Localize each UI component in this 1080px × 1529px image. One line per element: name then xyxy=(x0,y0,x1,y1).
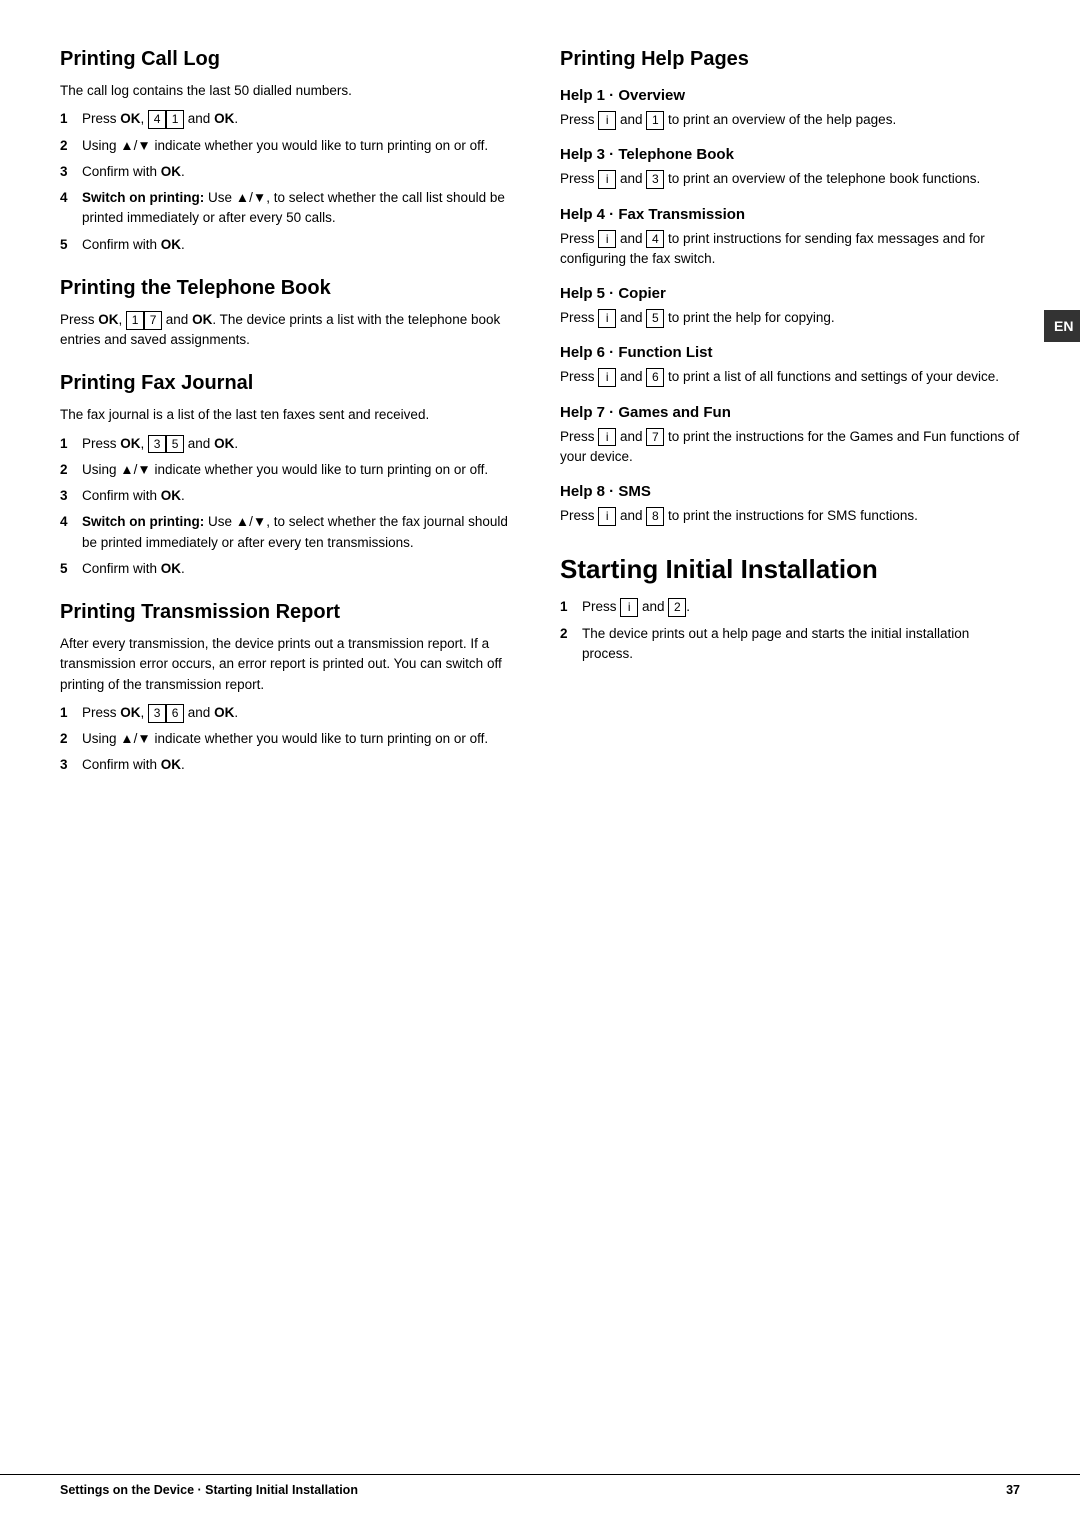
step-content: Confirm with OK. xyxy=(82,235,520,255)
subsection-title-help7: Help 7 · Games and Fun xyxy=(560,404,1020,421)
step-content: Switch on printing: Use ▲/▼, to select w… xyxy=(82,188,520,229)
step-content: Press OK, 35 and OK. xyxy=(82,434,520,454)
step-content: Switch on printing: Use ▲/▼, to select w… xyxy=(82,512,520,553)
transmission-report-intro: After every transmission, the device pri… xyxy=(60,634,520,695)
step-item: 3 Confirm with OK. xyxy=(60,755,520,775)
step-content: Press i and 2. xyxy=(582,597,1020,617)
step-number: 3 xyxy=(60,486,74,506)
help8-text: Press i and 8 to print the instructions … xyxy=(560,506,1020,526)
step-item: 1 Press i and 2. xyxy=(560,597,1020,617)
step-number: 2 xyxy=(60,729,74,749)
step-number: 2 xyxy=(60,460,74,480)
step-item: 2 Using ▲/▼ indicate whether you would l… xyxy=(60,729,520,749)
subsection-title-help5: Help 5 · Copier xyxy=(560,285,1020,302)
section-title-fax-journal: Printing Fax Journal xyxy=(60,372,520,395)
footer: Settings on the Device · Starting Initia… xyxy=(0,1474,1080,1497)
step-number: 2 xyxy=(560,624,574,665)
step-number: 1 xyxy=(560,597,574,617)
step-content: Using ▲/▼ indicate whether you would lik… xyxy=(82,460,520,480)
step-content: The device prints out a help page and st… xyxy=(582,624,1020,665)
section-title-transmission-report: Printing Transmission Report xyxy=(60,601,520,624)
help3-text: Press i and 3 to print an overview of th… xyxy=(560,169,1020,189)
footer-page-number: 37 xyxy=(1006,1483,1020,1497)
step-number: 4 xyxy=(60,512,74,553)
step-item: 5 Confirm with OK. xyxy=(60,559,520,579)
step-number: 5 xyxy=(60,559,74,579)
subsection-title-help1: Help 1 · Overview xyxy=(560,87,1020,104)
help1-text: Press i and 1 to print an overview of th… xyxy=(560,110,1020,130)
subsection-title-help4: Help 4 · Fax Transmission xyxy=(560,206,1020,223)
subsection-title-help3: Help 3 · Telephone Book xyxy=(560,146,1020,163)
footer-left-text: Settings on the Device · Starting Initia… xyxy=(60,1483,358,1497)
help4-text: Press i and 4 to print instructions for … xyxy=(560,229,1020,270)
fax-journal-intro: The fax journal is a list of the last te… xyxy=(60,405,520,425)
transmission-report-steps: 1 Press OK, 36 and OK. 2 Using ▲/▼ indic… xyxy=(60,703,520,776)
step-number: 4 xyxy=(60,188,74,229)
step-content: Confirm with OK. xyxy=(82,559,520,579)
help6-text: Press i and 6 to print a list of all fun… xyxy=(560,367,1020,387)
section-title-initial-installation: Starting Initial Installation xyxy=(560,554,1020,585)
step-item: 2 Using ▲/▼ indicate whether you would l… xyxy=(60,460,520,480)
left-column: Printing Call Log The call log contains … xyxy=(60,48,520,782)
step-item: 1 Press OK, 36 and OK. xyxy=(60,703,520,723)
section-title-call-log: Printing Call Log xyxy=(60,48,520,71)
subsection-title-help6: Help 6 · Function List xyxy=(560,344,1020,361)
step-content: Press OK, 41 and OK. xyxy=(82,109,520,129)
call-log-steps: 1 Press OK, 41 and OK. 2 Using ▲/▼ indic… xyxy=(60,109,520,255)
step-number: 1 xyxy=(60,434,74,454)
fax-journal-steps: 1 Press OK, 35 and OK. 2 Using ▲/▼ indic… xyxy=(60,434,520,580)
step-number: 1 xyxy=(60,703,74,723)
step-number: 3 xyxy=(60,162,74,182)
section-title-help-pages: Printing Help Pages xyxy=(560,48,1020,71)
step-item: 3 Confirm with OK. xyxy=(60,162,520,182)
call-log-intro: The call log contains the last 50 dialle… xyxy=(60,81,520,101)
help5-text: Press i and 5 to print the help for copy… xyxy=(560,308,1020,328)
step-item: 4 Switch on printing: Use ▲/▼, to select… xyxy=(60,188,520,229)
step-item: 5 Confirm with OK. xyxy=(60,235,520,255)
step-content: Using ▲/▼ indicate whether you would lik… xyxy=(82,136,520,156)
step-content: Using ▲/▼ indicate whether you would lik… xyxy=(82,729,520,749)
step-item: 1 Press OK, 41 and OK. xyxy=(60,109,520,129)
step-content: Confirm with OK. xyxy=(82,755,520,775)
two-column-layout: Printing Call Log The call log contains … xyxy=(60,48,1020,782)
step-item: 3 Confirm with OK. xyxy=(60,486,520,506)
step-number: 5 xyxy=(60,235,74,255)
initial-installation-steps: 1 Press i and 2. 2 The device prints out… xyxy=(560,597,1020,664)
subsection-title-help8: Help 8 · SMS xyxy=(560,483,1020,500)
step-item: 1 Press OK, 35 and OK. xyxy=(60,434,520,454)
step-number: 1 xyxy=(60,109,74,129)
step-content: Press OK, 36 and OK. xyxy=(82,703,520,723)
step-item: 2 Using ▲/▼ indicate whether you would l… xyxy=(60,136,520,156)
step-number: 3 xyxy=(60,755,74,775)
telephone-book-intro: Press OK, 17 and OK. The device prints a… xyxy=(60,310,520,351)
section-title-telephone-book: Printing the Telephone Book xyxy=(60,277,520,300)
step-number: 2 xyxy=(60,136,74,156)
help7-text: Press i and 7 to print the instructions … xyxy=(560,427,1020,468)
page: Printing Call Log The call log contains … xyxy=(0,0,1080,1529)
step-content: Confirm with OK. xyxy=(82,162,520,182)
step-item: 2 The device prints out a help page and … xyxy=(560,624,1020,665)
step-item: 4 Switch on printing: Use ▲/▼, to select… xyxy=(60,512,520,553)
right-column: Printing Help Pages Help 1 · Overview Pr… xyxy=(560,48,1020,782)
language-tab: EN xyxy=(1044,310,1080,342)
step-content: Confirm with OK. xyxy=(82,486,520,506)
